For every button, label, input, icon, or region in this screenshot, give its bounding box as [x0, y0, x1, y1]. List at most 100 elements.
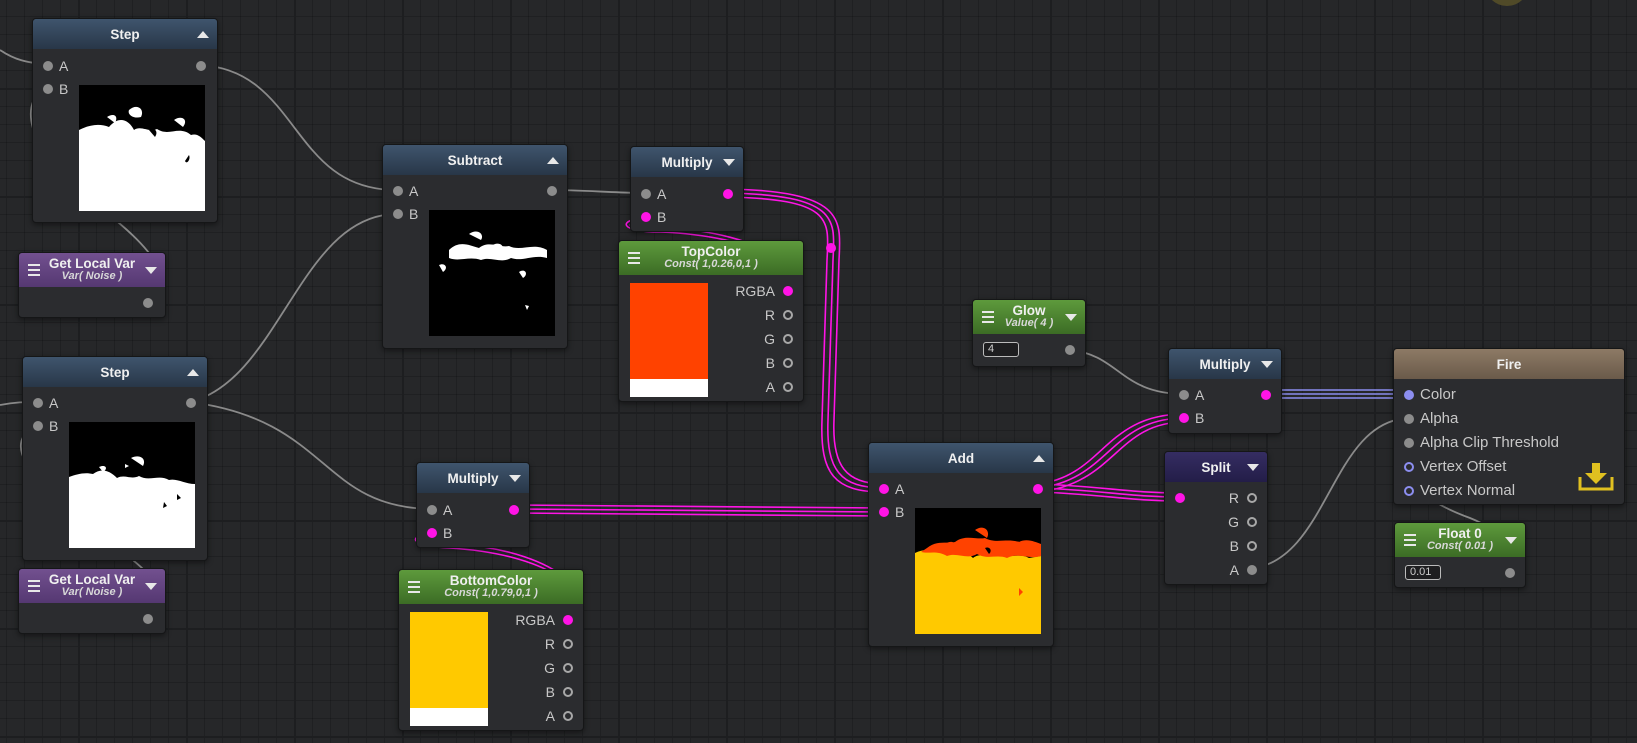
- input-port-a[interactable]: [879, 484, 889, 494]
- menu-icon[interactable]: [628, 252, 640, 264]
- output-port-b[interactable]: [1247, 541, 1257, 551]
- output-port[interactable]: [196, 61, 206, 71]
- add-node[interactable]: Add A B: [868, 442, 1054, 647]
- output-port[interactable]: [723, 189, 733, 199]
- input-port-b[interactable]: [879, 507, 889, 517]
- dropdown-arrow-icon[interactable]: [1261, 361, 1273, 368]
- dropdown-arrow-icon[interactable]: [1505, 537, 1517, 544]
- input-port-b[interactable]: [393, 209, 403, 219]
- download-save-icon[interactable]: [1577, 461, 1615, 495]
- color-swatch[interactable]: [630, 283, 708, 397]
- dropdown-arrow-icon[interactable]: [723, 159, 735, 166]
- input-port-alpha-clip[interactable]: [1404, 438, 1414, 448]
- node-header[interactable]: Multiply: [1169, 349, 1281, 379]
- input-port[interactable]: [1175, 493, 1185, 503]
- node-header[interactable]: Step: [23, 357, 207, 387]
- node-header[interactable]: TopColor Const( 1,0.26,0,1 ): [619, 241, 803, 275]
- menu-icon[interactable]: [1404, 534, 1416, 546]
- input-port-b[interactable]: [641, 212, 651, 222]
- node-header[interactable]: Float 0 Const( 0.01 ): [1395, 523, 1525, 557]
- input-port-b[interactable]: [33, 421, 43, 431]
- split-node[interactable]: Split R G B A: [1164, 451, 1268, 585]
- node-header[interactable]: Multiply: [631, 147, 743, 177]
- float-value-field[interactable]: 0.01: [1405, 565, 1441, 580]
- output-port[interactable]: [186, 398, 196, 408]
- get-local-var-node-1[interactable]: Get Local Var Var( Noise ): [18, 252, 166, 318]
- input-port-b[interactable]: [1179, 413, 1189, 423]
- output-port-b[interactable]: [563, 687, 573, 697]
- output-port-r[interactable]: [563, 639, 573, 649]
- output-port[interactable]: [1065, 345, 1075, 355]
- node-title: Add: [947, 450, 975, 466]
- input-port-vertex-normal[interactable]: [1404, 486, 1414, 496]
- output-port-r[interactable]: [1247, 493, 1257, 503]
- input-port-vertex-offset[interactable]: [1404, 462, 1414, 472]
- menu-icon[interactable]: [28, 264, 40, 276]
- top-color-node[interactable]: TopColor Const( 1,0.26,0,1 ) RGBA R G B …: [618, 240, 804, 402]
- input-port-alpha[interactable]: [1404, 414, 1414, 424]
- input-port-a[interactable]: [1179, 390, 1189, 400]
- collapse-arrow-icon[interactable]: [187, 369, 199, 376]
- menu-icon[interactable]: [982, 311, 994, 323]
- glow-value-field[interactable]: 4: [983, 342, 1019, 357]
- multiply-node-bottom[interactable]: Multiply A B: [416, 462, 530, 548]
- output-port-g[interactable]: [783, 334, 793, 344]
- glow-node[interactable]: Glow Value( 4 ) 4: [972, 299, 1086, 367]
- collapse-arrow-icon[interactable]: [197, 31, 209, 38]
- float-node[interactable]: Float 0 Const( 0.01 ) 0.01: [1394, 522, 1526, 588]
- collapse-arrow-icon[interactable]: [1033, 455, 1045, 462]
- input-port-b[interactable]: [43, 84, 53, 94]
- input-port-a[interactable]: [641, 189, 651, 199]
- node-header[interactable]: Subtract: [383, 145, 567, 175]
- output-port[interactable]: [1033, 484, 1043, 494]
- menu-icon[interactable]: [408, 581, 420, 593]
- node-header[interactable]: BottomColor Const( 1,0.79,0,1 ): [399, 570, 583, 604]
- input-port-color[interactable]: [1404, 390, 1414, 400]
- output-port[interactable]: [1505, 568, 1515, 578]
- output-port[interactable]: [143, 614, 153, 624]
- dropdown-arrow-icon[interactable]: [1247, 464, 1259, 471]
- output-port-rgba[interactable]: [783, 286, 793, 296]
- node-header[interactable]: Get Local Var Var( Noise ): [19, 569, 165, 603]
- step-node-1[interactable]: Step A B: [32, 18, 218, 223]
- node-header[interactable]: Add: [869, 443, 1053, 473]
- output-port[interactable]: [547, 186, 557, 196]
- node-header[interactable]: Multiply: [417, 463, 529, 493]
- output-port-a[interactable]: [1247, 565, 1257, 575]
- output-port-r[interactable]: [783, 310, 793, 320]
- bottom-color-node[interactable]: BottomColor Const( 1,0.79,0,1 ) RGBA R G…: [398, 569, 584, 731]
- step-node-2[interactable]: Step A B: [22, 356, 208, 561]
- node-header[interactable]: Glow Value( 4 ): [973, 300, 1085, 334]
- node-header[interactable]: Fire: [1394, 349, 1624, 379]
- wire-add-to-multiply-b: [1037, 417, 1186, 489]
- input-port-a[interactable]: [427, 505, 437, 515]
- dropdown-arrow-icon[interactable]: [145, 267, 157, 274]
- dropdown-arrow-icon[interactable]: [1065, 314, 1077, 321]
- output-port-b[interactable]: [783, 358, 793, 368]
- input-port-a[interactable]: [393, 186, 403, 196]
- collapse-arrow-icon[interactable]: [547, 157, 559, 164]
- node-header[interactable]: Split: [1165, 452, 1267, 482]
- input-port-a[interactable]: [33, 398, 43, 408]
- output-port-a[interactable]: [563, 711, 573, 721]
- fire-output-node[interactable]: Fire Color Alpha Alpha Clip Threshold Ve…: [1393, 348, 1625, 505]
- node-header[interactable]: Get Local Var Var( Noise ): [19, 253, 165, 287]
- output-port-a[interactable]: [783, 382, 793, 392]
- input-port-b[interactable]: [427, 528, 437, 538]
- output-port-g[interactable]: [1247, 517, 1257, 527]
- dropdown-arrow-icon[interactable]: [509, 475, 521, 482]
- node-header[interactable]: Step: [33, 19, 217, 49]
- input-port-a[interactable]: [43, 61, 53, 71]
- menu-icon[interactable]: [28, 580, 40, 592]
- output-port[interactable]: [509, 505, 519, 515]
- output-port[interactable]: [143, 298, 153, 308]
- color-swatch[interactable]: [410, 612, 488, 726]
- multiply-node-top[interactable]: Multiply A B: [630, 146, 744, 232]
- get-local-var-node-2[interactable]: Get Local Var Var( Noise ): [18, 568, 166, 634]
- output-port-rgba[interactable]: [563, 615, 573, 625]
- multiply-node-right[interactable]: Multiply A B: [1168, 348, 1282, 434]
- output-port-g[interactable]: [563, 663, 573, 673]
- output-port[interactable]: [1261, 390, 1271, 400]
- dropdown-arrow-icon[interactable]: [145, 583, 157, 590]
- subtract-node[interactable]: Subtract A B: [382, 144, 568, 349]
